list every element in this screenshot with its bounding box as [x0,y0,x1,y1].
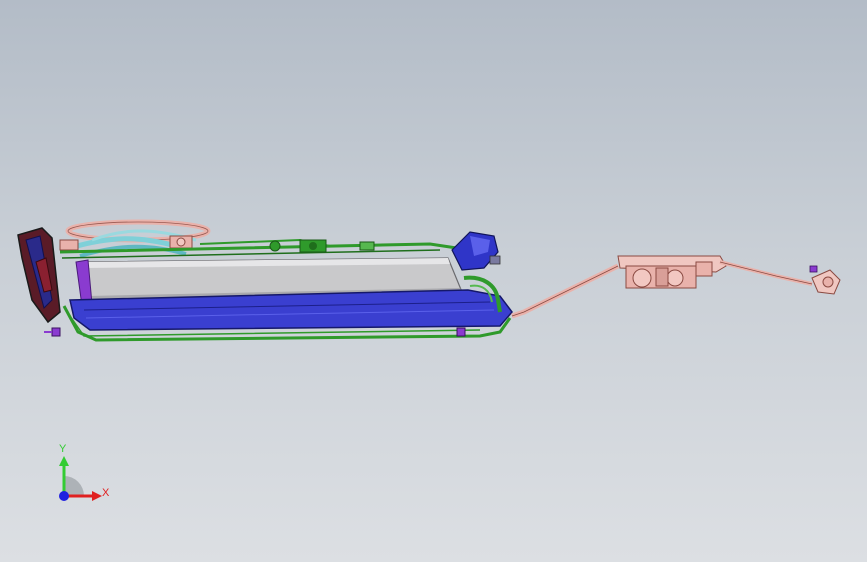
triad-y-label: Y [59,443,67,455]
left-end-cap[interactable] [17,227,61,324]
cad-graphics-viewport[interactable]: Y X [0,0,867,562]
reference-triad: Y X [40,440,120,510]
cad-model-assembly[interactable] [0,0,867,562]
purple-fastener-left[interactable] [51,327,61,337]
blue-funnel-part[interactable] [451,231,501,271]
triad-graphic [59,456,102,501]
right-mechanism-assembly[interactable] [617,255,841,295]
purple-fastener-bottom[interactable] [456,327,466,337]
pink-connecting-arm[interactable] [511,263,620,319]
triad-x-label: X [102,487,110,499]
